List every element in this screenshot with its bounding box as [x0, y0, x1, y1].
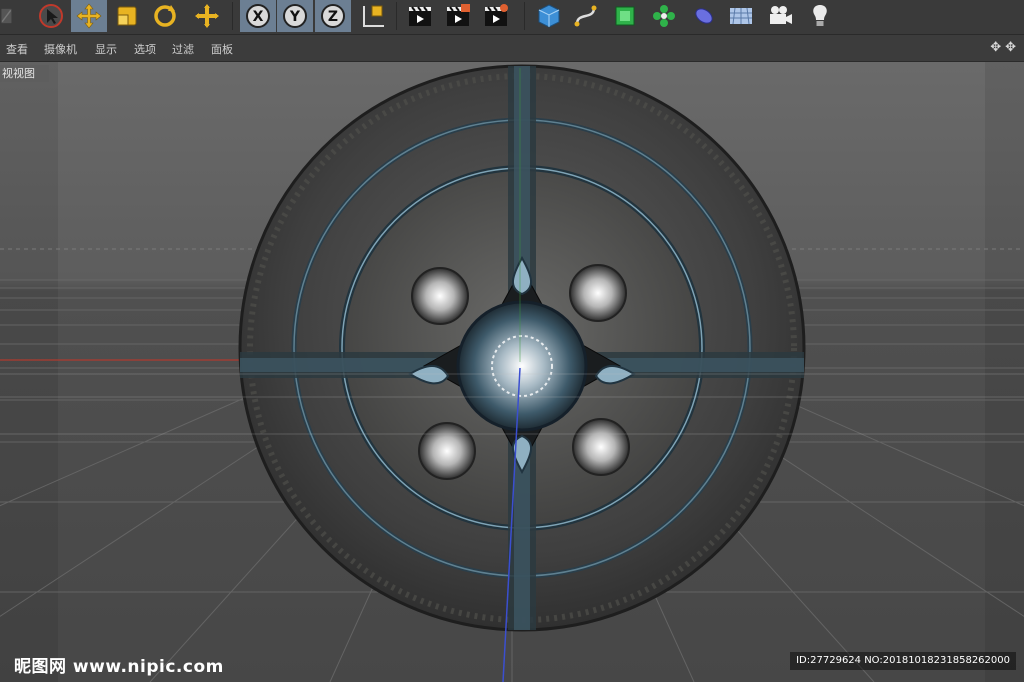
perspective-viewport[interactable]: 视视图 — [0, 62, 1024, 682]
viewport-title[interactable]: 视视图 — [0, 65, 49, 82]
svg-text:Y: Y — [289, 9, 301, 25]
viewport-menubar: 查看 摄像机 显示 选项 过滤 面板 ✥✥ — [0, 35, 1024, 62]
rotate-icon[interactable] — [147, 0, 183, 32]
spline-pen-icon[interactable] — [568, 0, 604, 32]
light-icon[interactable] — [802, 0, 838, 32]
viewport-nav-icon[interactable]: ✥✥ — [990, 40, 1020, 55]
shield-model[interactable] — [238, 64, 806, 632]
select-arrow-icon[interactable] — [33, 0, 69, 32]
subdivision-surface-icon[interactable] — [607, 0, 643, 32]
deformer-icon[interactable] — [686, 0, 722, 32]
cube-icon[interactable] — [531, 0, 567, 32]
render-to-picture-viewer-icon[interactable] — [440, 0, 476, 32]
y-axis-icon[interactable]: Y — [277, 0, 313, 32]
menu-view[interactable]: 查看 — [6, 41, 28, 57]
floor-icon[interactable] — [723, 0, 759, 32]
undo-icon[interactable] — [0, 0, 20, 32]
viewport-scene — [0, 62, 1024, 682]
main-toolbar: X Y Z — [0, 0, 1024, 35]
svg-text:X: X — [253, 9, 264, 25]
menu-panel[interactable]: 面板 — [211, 41, 233, 57]
menu-filter[interactable]: 过滤 — [172, 41, 194, 57]
render-settings-icon[interactable] — [478, 0, 514, 32]
live-selection-icon[interactable] — [189, 0, 225, 32]
menu-camera[interactable]: 摄像机 — [44, 41, 77, 57]
x-axis-icon[interactable]: X — [240, 0, 276, 32]
menu-options[interactable]: 选项 — [134, 41, 156, 57]
image-id-watermark: ID:27729624 NO:20181018231858262000 — [790, 652, 1016, 670]
camera-icon[interactable] — [762, 0, 798, 32]
coordinate-system-icon[interactable] — [355, 0, 391, 32]
array-icon[interactable] — [646, 0, 682, 32]
svg-text:Z: Z — [328, 9, 338, 25]
move-icon[interactable] — [71, 0, 107, 32]
z-axis-icon[interactable]: Z — [315, 0, 351, 32]
menu-display[interactable]: 显示 — [95, 41, 117, 57]
render-view-icon[interactable] — [402, 0, 438, 32]
scale-icon[interactable] — [109, 0, 145, 32]
site-watermark: 昵图网 www.nipic.com — [14, 657, 224, 677]
